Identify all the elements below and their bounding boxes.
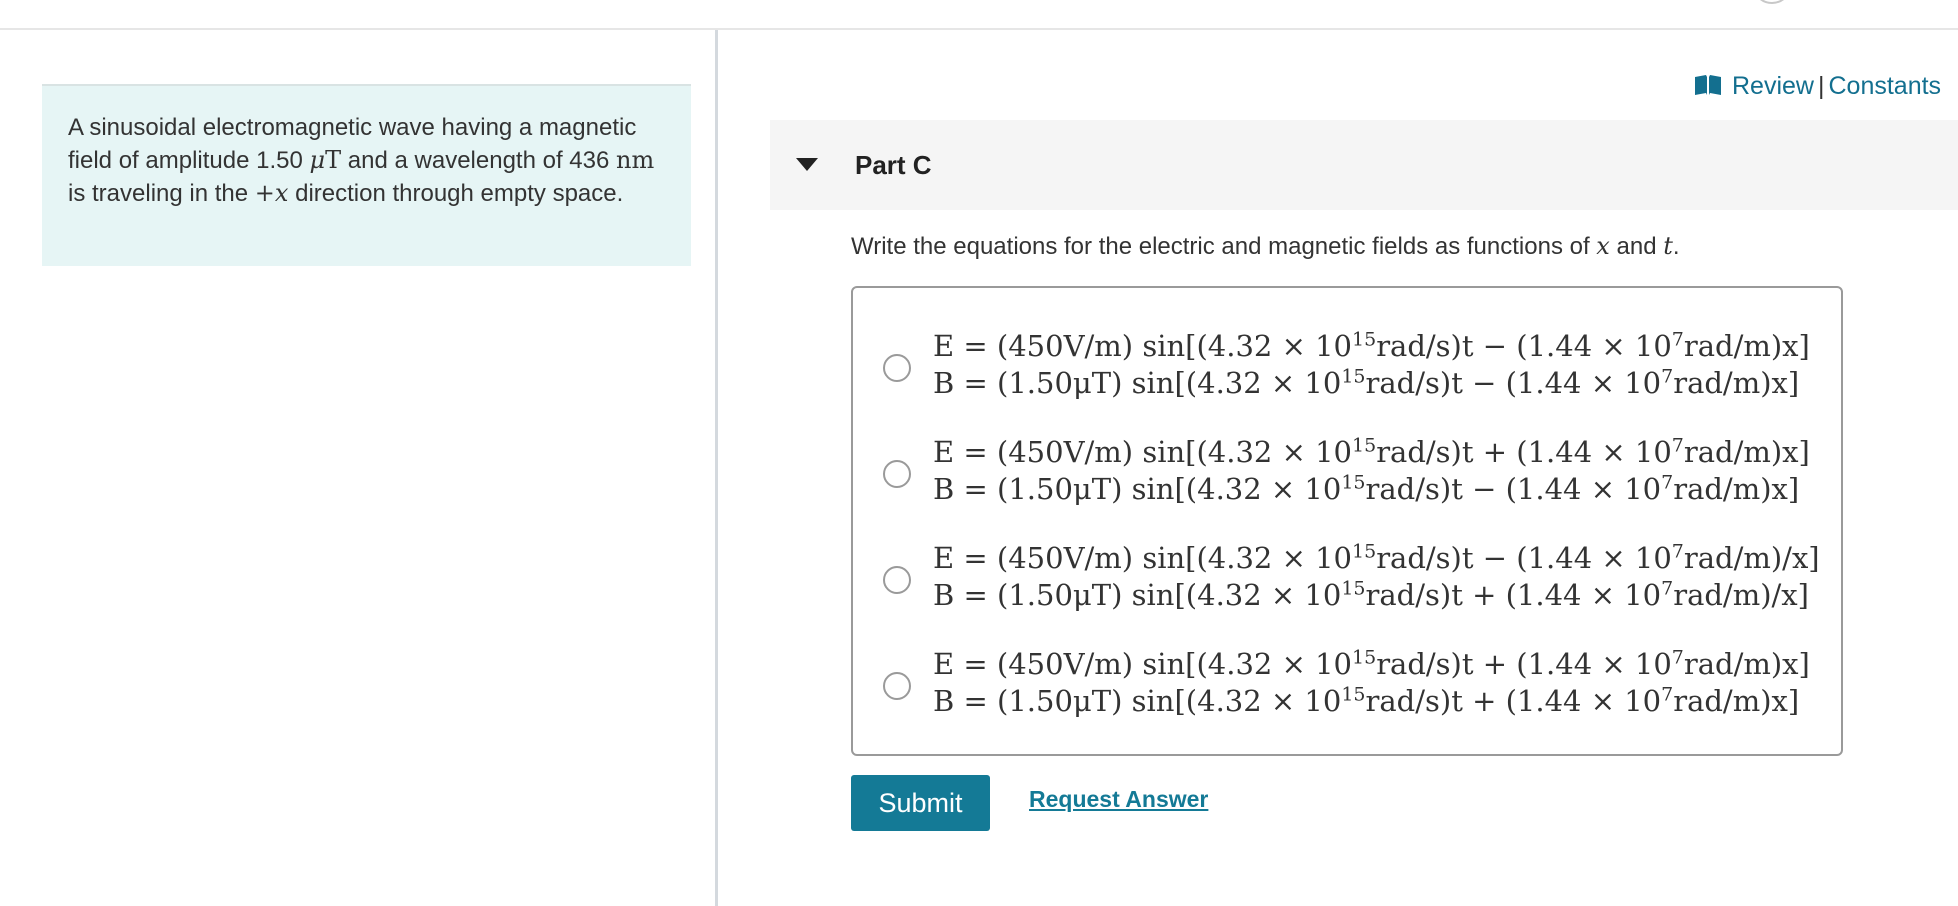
- magnetic-field-equation: B = (1.50μT) sin[(4.32 × 1015rad/s)t − (…: [933, 471, 1800, 506]
- problem-unit-tesla: T: [325, 146, 342, 174]
- choice-2[interactable]: E = (450V/m) sin[(4.32 × 1015rad/s)t + (…: [853, 428, 1841, 518]
- magnetic-field-equation: B = (1.50μT) sin[(4.32 × 1015rad/s)t + (…: [933, 577, 1809, 612]
- problem-direction: +x: [254, 179, 289, 207]
- resource-links: Review | Constants: [1694, 72, 1941, 103]
- radio-button[interactable]: [883, 566, 911, 594]
- problem-mu-symbol: μ: [309, 146, 326, 174]
- radio-button[interactable]: [883, 354, 911, 382]
- prompt-var-x: x: [1596, 232, 1610, 260]
- problem-text-2: and a wavelength of 436: [341, 147, 616, 174]
- electric-field-equation: E = (450V/m) sin[(4.32 × 1015rad/s)t + (…: [933, 646, 1810, 681]
- problem-unit-nm: nm: [616, 146, 655, 174]
- radio-button[interactable]: [883, 672, 911, 700]
- electric-field-equation: E = (450V/m) sin[(4.32 × 1015rad/s)t + (…: [933, 434, 1810, 469]
- radio-button[interactable]: [883, 460, 911, 488]
- question-prompt: Write the equations for the electric and…: [851, 232, 1680, 261]
- choice-3[interactable]: E = (450V/m) sin[(4.32 × 1015rad/s)t − (…: [853, 534, 1841, 624]
- constants-link[interactable]: Constants: [1828, 72, 1941, 100]
- magnetic-field-equation: B = (1.50μT) sin[(4.32 × 1015rad/s)t − (…: [933, 365, 1800, 400]
- avatar[interactable]: [1752, 0, 1792, 4]
- review-link[interactable]: Review: [1732, 72, 1814, 100]
- prompt-end: .: [1672, 233, 1680, 260]
- part-title: Part C: [855, 150, 932, 180]
- problem-statement: A sinusoidal electromagnetic wave having…: [42, 84, 691, 266]
- magnetic-field-equation: B = (1.50μT) sin[(4.32 × 1015rad/s)t + (…: [933, 683, 1800, 718]
- top-bar: [0, 0, 1958, 30]
- column-divider: [715, 30, 718, 906]
- prompt-and: and: [1609, 233, 1664, 260]
- book-icon: [1694, 74, 1722, 103]
- electric-field-equation: E = (450V/m) sin[(4.32 × 1015rad/s)t − (…: [933, 328, 1810, 363]
- electric-field-equation: E = (450V/m) sin[(4.32 × 1015rad/s)t − (…: [933, 540, 1820, 575]
- problem-text-4: direction through empty space.: [288, 180, 624, 207]
- prompt-text: Write the equations for the electric and…: [851, 233, 1597, 260]
- choice-1[interactable]: E = (450V/m) sin[(4.32 × 1015rad/s)t − (…: [853, 322, 1841, 412]
- caret-down-icon[interactable]: [796, 158, 818, 171]
- link-separator: |: [1817, 72, 1825, 100]
- choice-4[interactable]: E = (450V/m) sin[(4.32 × 1015rad/s)t + (…: [853, 640, 1841, 730]
- part-header[interactable]: Part C: [770, 120, 1958, 210]
- request-answer-link[interactable]: Request Answer: [1029, 786, 1208, 813]
- submit-button[interactable]: Submit: [851, 775, 990, 831]
- problem-text-3: is traveling in the: [68, 180, 255, 207]
- answer-choices: E = (450V/m) sin[(4.32 × 1015rad/s)t − (…: [851, 286, 1843, 756]
- prompt-var-t: t: [1663, 232, 1673, 260]
